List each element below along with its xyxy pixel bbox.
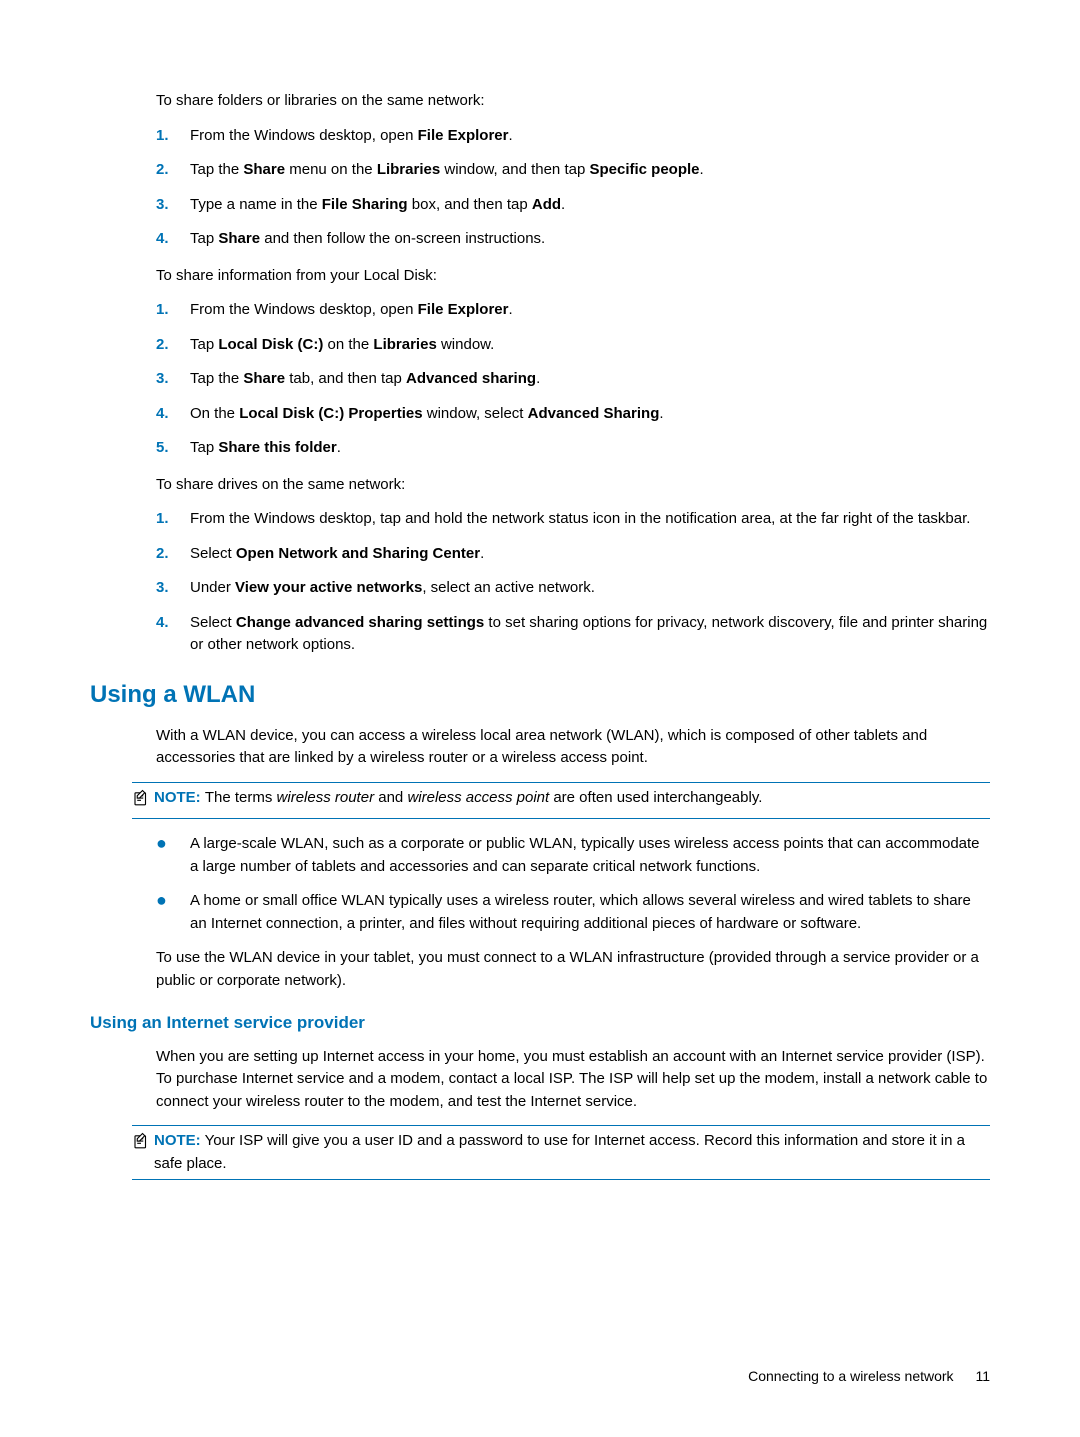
step-number: 2. xyxy=(156,543,190,566)
step-number: 4. xyxy=(156,403,190,426)
section1-steps: 1.From the Windows desktop, open File Ex… xyxy=(156,125,990,251)
footer-page-number: 11 xyxy=(975,1368,990,1384)
wlan-closing: To use the WLAN device in your tablet, y… xyxy=(156,947,990,992)
step-number: 2. xyxy=(156,334,190,357)
step-number: 1. xyxy=(156,508,190,531)
step-text: Select Open Network and Sharing Center. xyxy=(190,543,990,566)
step-number: 4. xyxy=(156,612,190,657)
step-text: Tap the Share menu on the Libraries wind… xyxy=(190,159,990,182)
bold-text: Advanced sharing xyxy=(406,370,536,387)
step-number: 3. xyxy=(156,577,190,600)
step-number: 1. xyxy=(156,299,190,322)
wlan-note: NOTE: The terms wireless router and wire… xyxy=(132,782,990,820)
step-item: 4.Tap Share and then follow the on-scree… xyxy=(156,228,990,251)
isp-note: NOTE: Your ISP will give you a user ID a… xyxy=(132,1125,990,1180)
step-text: On the Local Disk (C:) Properties window… xyxy=(190,403,990,426)
bold-text: Share xyxy=(218,230,260,247)
step-number: 3. xyxy=(156,194,190,217)
step-item: 4.On the Local Disk (C:) Properties wind… xyxy=(156,403,990,426)
isp-para: When you are setting up Internet access … xyxy=(156,1046,990,1114)
isp-note-body: Your ISP will give you a user ID and a p… xyxy=(154,1132,965,1172)
bold-text: Advanced Sharing xyxy=(528,405,660,422)
step-text: Tap the Share tab, and then tap Advanced… xyxy=(190,368,990,391)
bullet-text: A large-scale WLAN, such as a corporate … xyxy=(190,833,990,878)
bold-text: Share this folder xyxy=(218,439,336,456)
step-item: 1.From the Windows desktop, open File Ex… xyxy=(156,125,990,148)
step-number: 2. xyxy=(156,159,190,182)
bold-text: Share xyxy=(243,161,285,178)
bold-text: Libraries xyxy=(377,161,440,178)
step-text: Tap Local Disk (C:) on the Libraries win… xyxy=(190,334,990,357)
step-item: 3.Under View your active networks, selec… xyxy=(156,577,990,600)
section2-steps: 1.From the Windows desktop, open File Ex… xyxy=(156,299,990,460)
step-text: From the Windows desktop, tap and hold t… xyxy=(190,508,990,531)
note-icon xyxy=(132,789,150,815)
step-item: 5.Tap Share this folder. xyxy=(156,437,990,460)
bold-text: Local Disk (C:) xyxy=(218,336,323,353)
step-number: 1. xyxy=(156,125,190,148)
bold-text: Share xyxy=(243,370,285,387)
section3-intro: To share drives on the same network: xyxy=(156,474,990,497)
italic-text: wireless router xyxy=(277,789,375,806)
page-footer: Connecting to a wireless network 11 xyxy=(748,1366,990,1387)
bold-text: Specific people xyxy=(589,161,699,178)
step-text: Type a name in the File Sharing box, and… xyxy=(190,194,990,217)
bold-text: Local Disk (C:) Properties xyxy=(239,405,422,422)
step-item: 2.Tap the Share menu on the Libraries wi… xyxy=(156,159,990,182)
bold-text: Change advanced sharing settings xyxy=(236,614,484,631)
step-text: Tap Share this folder. xyxy=(190,437,990,460)
section3-steps: 1.From the Windows desktop, tap and hold… xyxy=(156,508,990,657)
step-number: 3. xyxy=(156,368,190,391)
bold-text: File Explorer xyxy=(418,301,509,318)
bold-text: Open Network and Sharing Center xyxy=(236,545,480,562)
isp-heading: Using an Internet service provider xyxy=(90,1010,990,1036)
step-text: Tap Share and then follow the on-screen … xyxy=(190,228,990,251)
note-label: NOTE: xyxy=(154,1132,201,1149)
step-item: 1.From the Windows desktop, open File Ex… xyxy=(156,299,990,322)
bold-text: File Sharing xyxy=(322,196,408,213)
section1-intro: To share folders or libraries on the sam… xyxy=(156,90,990,113)
step-item: 4.Select Change advanced sharing setting… xyxy=(156,612,990,657)
footer-text: Connecting to a wireless network xyxy=(748,1368,953,1384)
step-item: 2.Tap Local Disk (C:) on the Libraries w… xyxy=(156,334,990,357)
bold-text: Add xyxy=(532,196,561,213)
bullet-dot: ● xyxy=(156,833,190,878)
bullet-item: ●A home or small office WLAN typically u… xyxy=(156,890,990,935)
wlan-bullets: ●A large-scale WLAN, such as a corporate… xyxy=(156,833,990,935)
wlan-heading: Using a WLAN xyxy=(90,677,990,713)
step-text: Under View your active networks, select … xyxy=(190,577,990,600)
section2-intro: To share information from your Local Dis… xyxy=(156,265,990,288)
bullet-text: A home or small office WLAN typically us… xyxy=(190,890,990,935)
step-item: 3.Tap the Share tab, and then tap Advanc… xyxy=(156,368,990,391)
note-icon xyxy=(132,1132,150,1158)
isp-note-text: NOTE: Your ISP will give you a user ID a… xyxy=(154,1130,990,1175)
step-text: Select Change advanced sharing settings … xyxy=(190,612,990,657)
bold-text: Libraries xyxy=(373,336,436,353)
step-text: From the Windows desktop, open File Expl… xyxy=(190,125,990,148)
wlan-para: With a WLAN device, you can access a wir… xyxy=(156,725,990,770)
step-item: 2.Select Open Network and Sharing Center… xyxy=(156,543,990,566)
step-item: 3.Type a name in the File Sharing box, a… xyxy=(156,194,990,217)
bullet-dot: ● xyxy=(156,890,190,935)
step-number: 4. xyxy=(156,228,190,251)
step-text: From the Windows desktop, open File Expl… xyxy=(190,299,990,322)
wlan-note-text: NOTE: The terms wireless router and wire… xyxy=(154,787,990,810)
bold-text: File Explorer xyxy=(418,127,509,144)
bold-text: View your active networks xyxy=(235,579,422,596)
bullet-item: ●A large-scale WLAN, such as a corporate… xyxy=(156,833,990,878)
step-item: 1.From the Windows desktop, tap and hold… xyxy=(156,508,990,531)
step-number: 5. xyxy=(156,437,190,460)
italic-text: wireless access point xyxy=(407,789,549,806)
note-label: NOTE: xyxy=(154,789,205,806)
